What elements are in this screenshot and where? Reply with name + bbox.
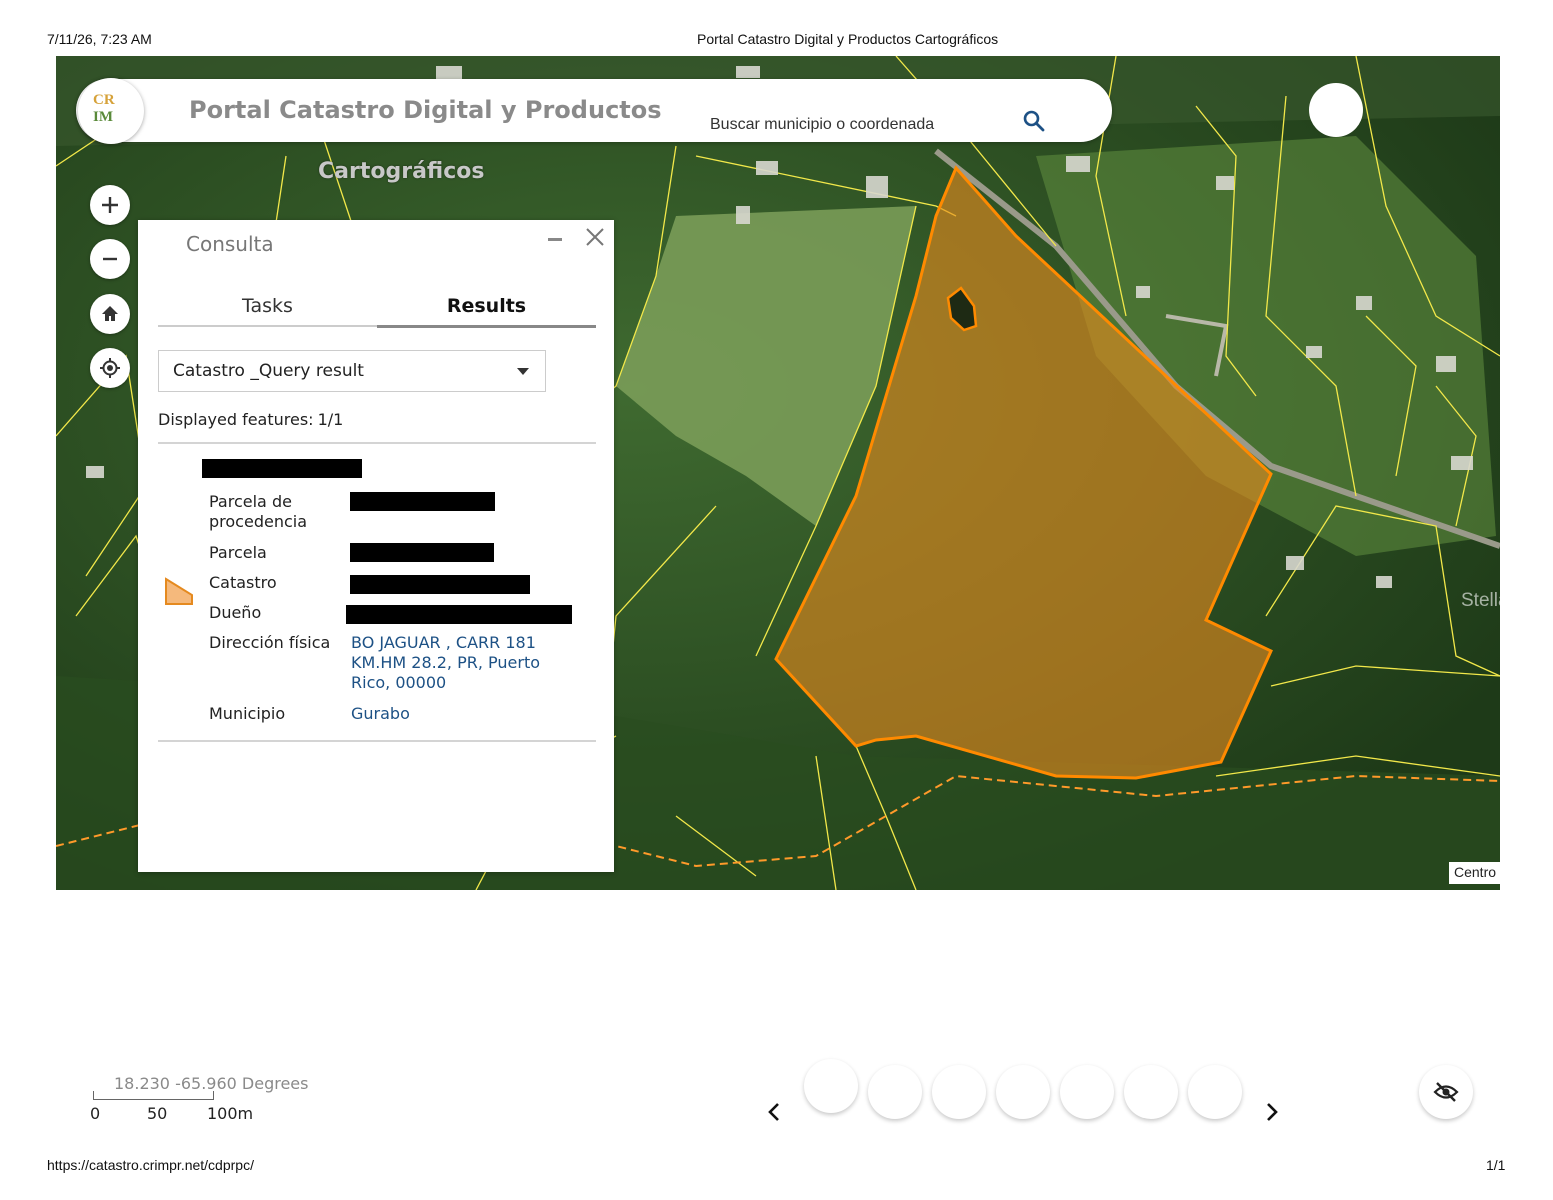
watermark: StellarMLS	[1461, 590, 1500, 611]
scale-label-100m: 100m	[207, 1104, 254, 1123]
toolbar-button-1[interactable]	[804, 1059, 858, 1113]
print-url: https://catastro.crimpr.net/cdprpc/	[47, 1157, 254, 1173]
redacted-parcela-procedencia	[350, 492, 495, 511]
toolbar-button-3[interactable]	[932, 1065, 986, 1119]
map-view[interactable]: CR IM Portal Catastro Digital y Producto…	[56, 56, 1500, 890]
label-parcela: Parcela	[209, 543, 267, 562]
home-button[interactable]	[90, 294, 130, 334]
menu-button[interactable]	[1309, 83, 1363, 137]
query-panel: Consulta Tasks Results Catastro _Query r…	[138, 220, 614, 872]
toolbar-button-4[interactable]	[996, 1065, 1050, 1119]
label-municipio: Municipio	[209, 704, 286, 723]
zoom-out-button[interactable]	[90, 239, 130, 279]
crim-logo[interactable]: CR IM	[78, 78, 144, 144]
displayed-features: Displayed features: 1/1	[158, 410, 343, 429]
displayed-features-value: 1/1	[317, 410, 344, 429]
redacted-catastro	[350, 575, 530, 594]
polygon-feature-icon[interactable]	[164, 577, 196, 607]
scale-bar	[93, 1091, 214, 1100]
tab-tasks[interactable]: Tasks	[158, 295, 377, 327]
page-title: Portal Catastro Digital y Productos	[189, 96, 662, 124]
locate-icon	[100, 358, 120, 378]
redacted-parcela	[350, 543, 494, 562]
minimize-icon[interactable]	[548, 238, 562, 242]
home-icon	[102, 306, 118, 321]
chevron-left-icon[interactable]	[764, 1101, 784, 1123]
tab-results[interactable]: Results	[377, 295, 596, 328]
print-date: 7/11/26, 7:23 AM	[47, 31, 152, 47]
value-direccion-fisica: BO JAGUAR , CARR 181 KM.HM 28.2, PR, Pue…	[351, 633, 541, 692]
search-icon[interactable]	[1022, 109, 1046, 133]
displayed-features-label: Displayed features:	[158, 410, 314, 429]
logo-mark: CR IM	[93, 92, 115, 125]
label-dueno: Dueño	[209, 603, 262, 622]
zoom-in-icon	[102, 197, 118, 213]
zoom-in-button[interactable]	[90, 185, 130, 225]
page-title-continued: Cartográficos	[318, 159, 485, 184]
label-parcela-procedencia: Parcela de procedencia	[209, 492, 307, 531]
search-input[interactable]	[708, 112, 1012, 138]
visibility-toggle-button[interactable]	[1419, 1065, 1473, 1119]
scale-label-0: 0	[90, 1104, 101, 1123]
locate-button[interactable]	[90, 348, 130, 388]
print-title: Portal Catastro Digital y Productos Cart…	[697, 31, 999, 47]
redacted-feature-title	[202, 459, 362, 478]
layer-select[interactable]: Catastro _Query result	[158, 350, 546, 392]
value-municipio: Gurabo	[351, 704, 410, 723]
chevron-down-icon	[517, 368, 529, 375]
panel-title: Consulta	[186, 232, 274, 256]
toolbar-button-7[interactable]	[1188, 1065, 1242, 1119]
zoom-out-icon	[103, 257, 117, 261]
redacted-dueno	[346, 605, 572, 624]
label-catastro: Catastro	[209, 573, 277, 592]
chevron-right-icon[interactable]	[1262, 1101, 1282, 1123]
label-direccion-fisica: Dirección física	[209, 633, 331, 652]
toolbar-button-6[interactable]	[1124, 1065, 1178, 1119]
toolbar-button-5[interactable]	[1060, 1065, 1114, 1119]
scale-label-50: 50	[147, 1104, 168, 1123]
layer-select-value: Catastro _Query result	[173, 361, 364, 381]
divider	[158, 740, 596, 742]
toolbar-button-2[interactable]	[868, 1065, 922, 1119]
divider	[158, 442, 596, 444]
close-icon[interactable]	[584, 226, 606, 248]
map-attribution: Centro	[1449, 862, 1500, 884]
eye-off-icon	[1433, 1082, 1459, 1102]
print-page-number: 1/1	[1486, 1157, 1506, 1173]
